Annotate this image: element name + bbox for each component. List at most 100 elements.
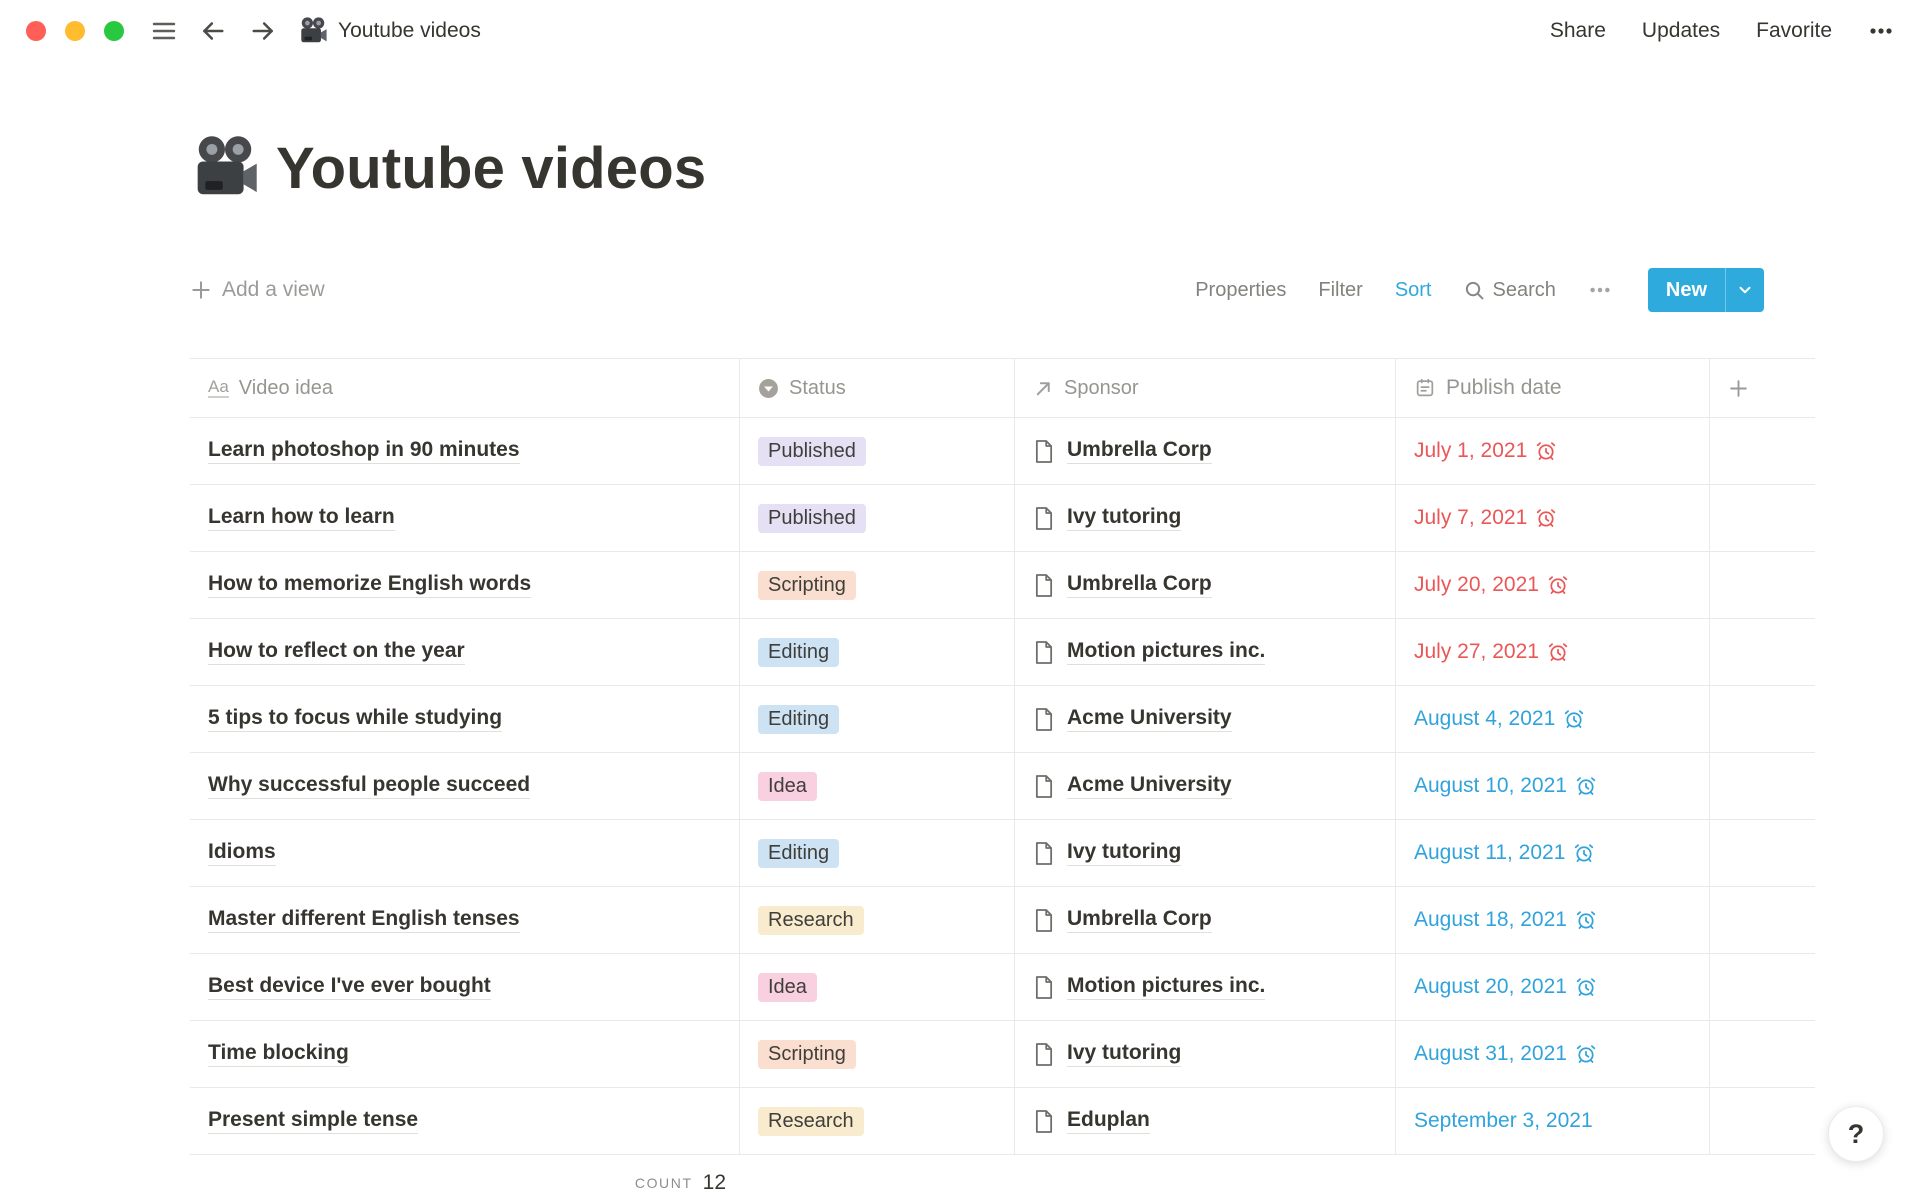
publish-date[interactable]: September 3, 2021 [1414, 1109, 1593, 1133]
add-view-button[interactable]: Add a view [190, 278, 325, 302]
zoom-window-button[interactable] [104, 21, 124, 41]
publish-date-cell[interactable]: July 1, 2021 [1396, 418, 1710, 484]
sponsor-cell[interactable]: Ivy tutoring [1015, 1021, 1396, 1087]
video-idea-cell[interactable]: Master different English tenses [190, 887, 740, 953]
sponsor-cell[interactable]: Eduplan [1015, 1088, 1396, 1154]
sponsor-link[interactable]: Ivy tutoring [1067, 840, 1181, 866]
publish-date[interactable]: August 4, 2021 [1414, 707, 1555, 731]
sponsor-link[interactable]: Umbrella Corp [1067, 572, 1212, 598]
sponsor-cell[interactable]: Umbrella Corp [1015, 418, 1396, 484]
sponsor-cell[interactable]: Umbrella Corp [1015, 552, 1396, 618]
publish-date[interactable]: August 10, 2021 [1414, 774, 1567, 798]
video-idea-title[interactable]: 5 tips to focus while studying [208, 706, 502, 732]
sponsor-cell[interactable]: Motion pictures inc. [1015, 954, 1396, 1020]
back-arrow-icon[interactable] [198, 16, 228, 46]
sponsor-cell[interactable]: Acme University [1015, 753, 1396, 819]
publish-date-cell[interactable]: August 31, 2021 [1396, 1021, 1710, 1087]
publish-date[interactable]: July 20, 2021 [1414, 573, 1539, 597]
publish-date-cell[interactable]: July 20, 2021 [1396, 552, 1710, 618]
sponsor-cell[interactable]: Umbrella Corp [1015, 887, 1396, 953]
publish-date[interactable]: August 20, 2021 [1414, 975, 1567, 999]
sponsor-link[interactable]: Acme University [1067, 773, 1232, 799]
filter-button[interactable]: Filter [1318, 279, 1362, 302]
status-cell[interactable]: Editing [740, 686, 1015, 752]
chevron-down-icon[interactable] [1726, 268, 1764, 312]
publish-date-cell[interactable]: August 20, 2021 [1396, 954, 1710, 1020]
status-badge[interactable]: Editing [758, 638, 839, 667]
sponsor-link[interactable]: Ivy tutoring [1067, 505, 1181, 531]
video-idea-cell[interactable]: 5 tips to focus while studying [190, 686, 740, 752]
video-idea-title[interactable]: Why successful people succeed [208, 773, 530, 799]
publish-date-cell[interactable]: August 4, 2021 [1396, 686, 1710, 752]
publish-date-cell[interactable]: September 3, 2021 [1396, 1088, 1710, 1154]
publish-date-cell[interactable]: August 11, 2021 [1396, 820, 1710, 886]
status-badge[interactable]: Idea [758, 973, 817, 1002]
video-idea-cell[interactable]: Time blocking [190, 1021, 740, 1087]
sponsor-cell[interactable]: Ivy tutoring [1015, 485, 1396, 551]
more-options-icon[interactable] [1868, 18, 1894, 44]
video-idea-title[interactable]: How to memorize English words [208, 572, 531, 598]
video-idea-title[interactable]: Learn photoshop in 90 minutes [208, 438, 520, 464]
sponsor-link[interactable]: Umbrella Corp [1067, 907, 1212, 933]
sponsor-cell[interactable]: Ivy tutoring [1015, 820, 1396, 886]
sponsor-link[interactable]: Motion pictures inc. [1067, 639, 1265, 665]
publish-date-cell[interactable]: August 10, 2021 [1396, 753, 1710, 819]
publish-date[interactable]: August 18, 2021 [1414, 908, 1567, 932]
video-idea-cell[interactable]: Why successful people succeed [190, 753, 740, 819]
add-column-button[interactable] [1710, 359, 1815, 417]
video-idea-cell[interactable]: How to memorize English words [190, 552, 740, 618]
publish-date-cell[interactable]: July 27, 2021 [1396, 619, 1710, 685]
video-idea-cell[interactable]: Best device I've ever bought [190, 954, 740, 1020]
new-button-label[interactable]: New [1648, 268, 1725, 312]
publish-date[interactable]: August 11, 2021 [1414, 841, 1565, 865]
page-movie-camera-icon[interactable] [190, 133, 260, 203]
status-badge[interactable]: Editing [758, 705, 839, 734]
column-header-publish-date[interactable]: Publish date [1396, 359, 1710, 417]
video-idea-cell[interactable]: Present simple tense [190, 1088, 740, 1154]
video-idea-title[interactable]: Idioms [208, 840, 276, 866]
view-more-options-icon[interactable] [1588, 278, 1612, 302]
column-header-status[interactable]: Status [740, 359, 1015, 417]
sponsor-link[interactable]: Acme University [1067, 706, 1232, 732]
help-button[interactable]: ? [1828, 1106, 1884, 1162]
properties-button[interactable]: Properties [1195, 279, 1286, 302]
video-idea-title[interactable]: Present simple tense [208, 1108, 418, 1134]
video-idea-title[interactable]: Best device I've ever bought [208, 974, 491, 1000]
publish-date[interactable]: July 27, 2021 [1414, 640, 1539, 664]
status-cell[interactable]: Published [740, 485, 1015, 551]
sponsor-link[interactable]: Eduplan [1067, 1108, 1150, 1134]
video-idea-cell[interactable]: Learn how to learn [190, 485, 740, 551]
status-cell[interactable]: Scripting [740, 552, 1015, 618]
new-record-button[interactable]: New [1648, 268, 1764, 312]
column-header-video-idea[interactable]: Aa Video idea [190, 359, 740, 417]
status-cell[interactable]: Research [740, 887, 1015, 953]
status-cell[interactable]: Idea [740, 954, 1015, 1020]
sidebar-menu-icon[interactable] [150, 17, 178, 45]
status-cell[interactable]: Published [740, 418, 1015, 484]
status-badge[interactable]: Research [758, 1107, 864, 1136]
status-badge[interactable]: Scripting [758, 1040, 856, 1069]
sort-button[interactable]: Sort [1395, 279, 1432, 302]
video-idea-cell[interactable]: How to reflect on the year [190, 619, 740, 685]
status-cell[interactable]: Editing [740, 820, 1015, 886]
status-badge[interactable]: Idea [758, 772, 817, 801]
sponsor-link[interactable]: Ivy tutoring [1067, 1041, 1181, 1067]
video-idea-cell[interactable]: Learn photoshop in 90 minutes [190, 418, 740, 484]
video-idea-title[interactable]: Master different English tenses [208, 907, 520, 933]
video-idea-title[interactable]: How to reflect on the year [208, 639, 465, 665]
publish-date[interactable]: July 1, 2021 [1414, 439, 1527, 463]
favorite-button[interactable]: Favorite [1756, 19, 1832, 43]
status-badge[interactable]: Editing [758, 839, 839, 868]
sponsor-cell[interactable]: Motion pictures inc. [1015, 619, 1396, 685]
status-badge[interactable]: Scripting [758, 571, 856, 600]
video-idea-title[interactable]: Time blocking [208, 1041, 349, 1067]
status-badge[interactable]: Published [758, 437, 866, 466]
status-badge[interactable]: Published [758, 504, 866, 533]
status-cell[interactable]: Scripting [740, 1021, 1015, 1087]
search-button[interactable]: Search [1464, 279, 1556, 302]
status-badge[interactable]: Research [758, 906, 864, 935]
sponsor-link[interactable]: Motion pictures inc. [1067, 974, 1265, 1000]
forward-arrow-icon[interactable] [248, 16, 278, 46]
publish-date[interactable]: July 7, 2021 [1414, 506, 1527, 530]
count-summary[interactable]: COUNT 12 [190, 1155, 740, 1200]
